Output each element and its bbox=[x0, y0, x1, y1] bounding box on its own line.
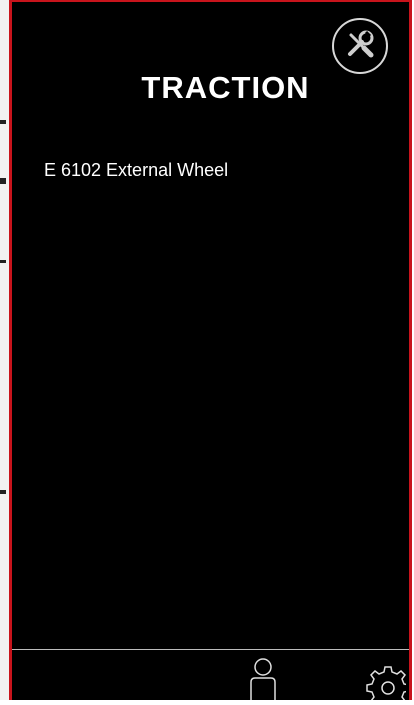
edge-mark bbox=[0, 490, 6, 494]
page-title: TRACTION bbox=[141, 70, 310, 105]
app-screen: TRACTION E 6102 External Wheel bbox=[9, 0, 412, 700]
left-edge-strip bbox=[0, 0, 9, 700]
edge-mark bbox=[0, 120, 6, 124]
settings-button[interactable] bbox=[366, 656, 406, 700]
tools-button[interactable] bbox=[332, 18, 388, 74]
settings-icon bbox=[366, 666, 406, 700]
edge-mark bbox=[0, 260, 6, 263]
tools-icon bbox=[342, 26, 378, 67]
profile-button[interactable] bbox=[248, 656, 278, 700]
bottom-tab-bar bbox=[12, 649, 409, 700]
edge-mark bbox=[0, 178, 6, 184]
profile-icon bbox=[248, 658, 278, 704]
list-item[interactable]: E 6102 External Wheel bbox=[44, 160, 228, 181]
